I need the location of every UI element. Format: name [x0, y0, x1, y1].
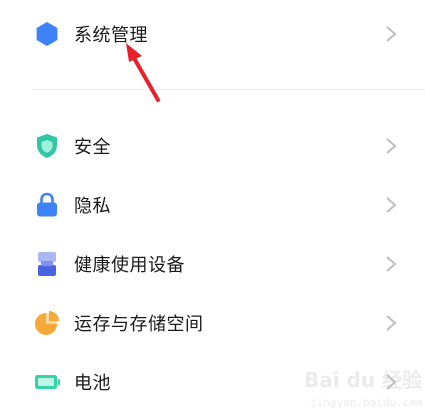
hourglass-icon	[32, 249, 62, 279]
lock-icon	[32, 190, 62, 220]
watermark-url: jingyan.baidu.com	[310, 396, 423, 409]
settings-item-label: 隐私	[74, 196, 111, 217]
settings-item-memory-storage[interactable]: 运存与存储空间	[0, 295, 425, 351]
chevron-right-icon	[384, 136, 398, 156]
chevron-right-icon	[384, 195, 398, 215]
annotation-arrow-icon	[118, 40, 168, 106]
settings-item-label: 安全	[74, 137, 111, 158]
pie-chart-icon	[32, 308, 62, 338]
chevron-right-icon	[384, 24, 398, 44]
settings-item-label: 电池	[74, 373, 111, 394]
chevron-right-icon	[384, 254, 398, 274]
settings-item-system-management[interactable]: 系统管理	[0, 6, 425, 62]
watermark-brand: Bai du 经验	[304, 368, 423, 392]
section-divider	[32, 89, 425, 90]
battery-icon	[32, 367, 62, 397]
settings-item-healthy-device-usage[interactable]: 健康使用设备	[0, 236, 425, 292]
baidu-watermark: Bai du 经验 jingyan.baidu.com	[300, 362, 423, 418]
hexagon-icon	[32, 19, 62, 49]
shield-icon	[32, 131, 62, 161]
settings-item-privacy[interactable]: 隐私	[0, 177, 425, 233]
settings-item-label: 健康使用设备	[74, 255, 185, 276]
settings-item-security[interactable]: 安全	[0, 118, 425, 174]
settings-item-label: 运存与存储空间	[74, 314, 204, 335]
chevron-right-icon	[384, 313, 398, 333]
